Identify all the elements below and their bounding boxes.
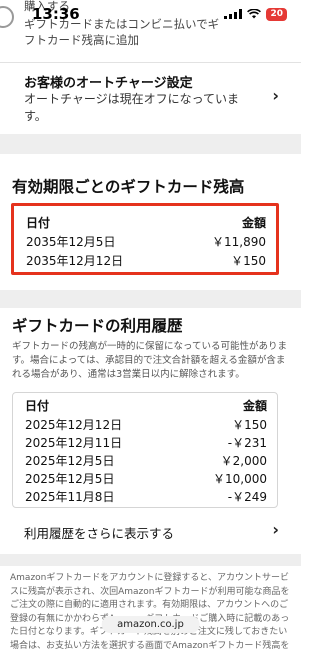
wifi-icon xyxy=(247,9,262,19)
row-amount: ￥2,000 xyxy=(220,454,267,468)
status-icons: 20 xyxy=(224,7,287,21)
row-amount: ￥150 xyxy=(231,254,266,268)
auto-charge-settings-row[interactable]: お客様のオートチャージ設定 オートチャージは現在オフになっていま す。 › xyxy=(0,64,301,128)
row-date: 2035年12月12日 xyxy=(26,254,124,268)
show-more-history-link[interactable]: 利用履歴をさらに表示する › xyxy=(0,514,301,550)
chevron-right-icon: › xyxy=(272,520,279,539)
auto-charge-status: オートチャージは現在オフになっていま す。 xyxy=(24,91,269,125)
row-date: 2035年12月5日 xyxy=(26,235,116,249)
status-bar: 13:36 20 xyxy=(0,0,301,28)
table-row: 2035年12月5日 ￥11,890 xyxy=(14,233,276,251)
status-time: 13:36 xyxy=(32,5,80,23)
table-row: 2025年12月5日 ￥2,000 xyxy=(13,452,277,470)
section-separator xyxy=(0,554,301,566)
table-header: 日付 金額 xyxy=(14,214,276,232)
row-date: 2025年12月5日 xyxy=(25,472,115,486)
section-separator xyxy=(0,290,301,308)
option-label-line2: フトカード残高に追加 xyxy=(24,33,139,47)
row-amount: -￥249 xyxy=(227,490,267,504)
amount-column-header: 金額 xyxy=(242,399,267,413)
battery-icon: 20 xyxy=(266,7,287,21)
hold-notice: ギフトカードの残高が一時的に保留になっている可能性があります。場合によっては、承… xyxy=(12,341,288,380)
gift-card-balance-page: 購入する ギフトカードまたはコンビニ払いでギ フトカード残高に追加 13:36 … xyxy=(0,0,301,651)
row-date: 2025年11月8日 xyxy=(25,490,115,504)
balance-by-expiry-table: 日付 金額 2035年12月5日 ￥11,890 2035年12月12日 ￥15… xyxy=(11,203,279,275)
table-row: 2025年11月8日 -￥249 xyxy=(13,488,277,506)
balance-by-expiry-title: 有効期限ごとのギフトカード残高 xyxy=(12,178,245,196)
show-more-history-label: 利用履歴をさらに表示する xyxy=(24,526,175,541)
date-column-header: 日付 xyxy=(26,216,51,230)
date-column-header: 日付 xyxy=(25,399,50,413)
browser-url-bar[interactable]: amazon.co.jp xyxy=(101,616,200,633)
row-amount: ￥10,000 xyxy=(213,472,267,486)
row-date: 2025年12月12日 xyxy=(25,418,123,432)
table-row: 2025年12月5日 ￥10,000 xyxy=(13,470,277,488)
usage-history-title: ギフトカードの利用履歴 xyxy=(12,317,183,335)
table-header: 日付 金額 xyxy=(13,397,277,415)
amount-column-header: 金額 xyxy=(241,216,266,230)
divider xyxy=(0,62,301,63)
auto-charge-status-line2: す。 xyxy=(24,109,47,123)
usage-history-table: 日付 金額 2025年12月12日 ￥150 2025年12月11日 -￥231… xyxy=(12,392,278,508)
row-amount: ￥11,890 xyxy=(212,235,266,249)
row-date: 2025年12月11日 xyxy=(25,436,123,450)
section-separator xyxy=(0,134,301,154)
auto-charge-status-line1: オートチャージは現在オフになっていま xyxy=(24,92,240,106)
chevron-right-icon: › xyxy=(272,86,279,105)
table-row: 2025年12月12日 ￥150 xyxy=(13,416,277,434)
row-date: 2025年12月5日 xyxy=(25,454,115,468)
auto-charge-title: お客様のオートチャージ設定 xyxy=(24,76,193,91)
row-amount: ￥150 xyxy=(232,418,267,432)
table-row: 2035年12月12日 ￥150 xyxy=(14,252,276,270)
row-amount: -￥231 xyxy=(227,436,267,450)
signal-icon xyxy=(224,9,243,19)
gift-card-terms-text: Amazonギフトカードをアカウントに登録すると、アカウントサービスに残高が表示… xyxy=(10,573,290,651)
table-row: 2025年12月11日 -￥231 xyxy=(13,434,277,452)
